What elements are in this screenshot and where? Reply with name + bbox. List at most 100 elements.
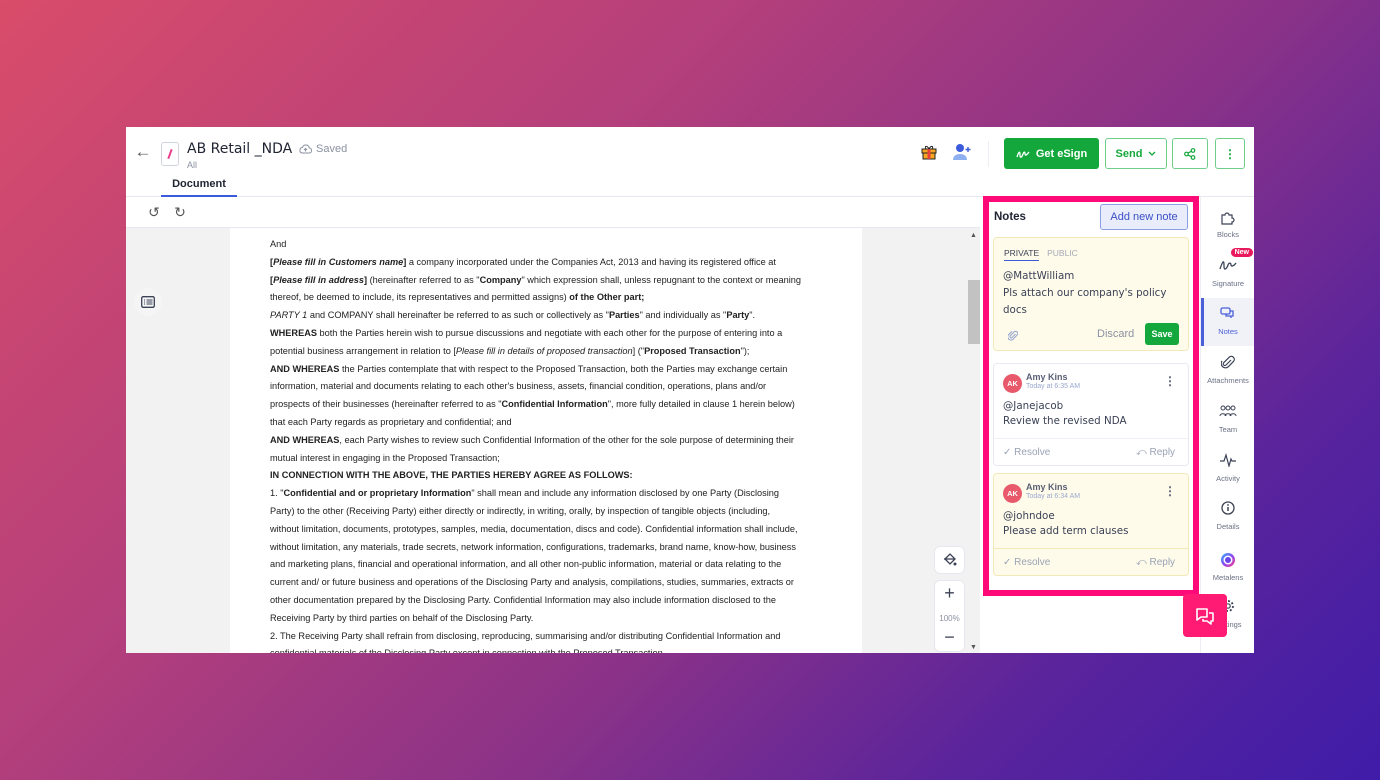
reply-label: Reply bbox=[1149, 447, 1176, 458]
scroll-down-icon[interactable]: ▼ bbox=[970, 644, 977, 651]
document-icon bbox=[161, 142, 179, 166]
comment-actions: ✓ Resolve ⤺ Reply bbox=[994, 438, 1188, 466]
chevron-down-icon bbox=[1148, 151, 1156, 156]
text-run: " which expression shall, unless repugna… bbox=[521, 274, 802, 285]
comment-actions: ✓ Resolve ⤺ Reply bbox=[994, 548, 1188, 576]
text-run: " shall mean and include any information… bbox=[471, 488, 779, 499]
rail-item-notes[interactable]: Notes bbox=[1201, 298, 1254, 346]
text-run: And bbox=[270, 239, 287, 249]
header: ← AB Retail _NDA Saved All Document Get … bbox=[126, 127, 1254, 197]
notes-icon bbox=[1220, 307, 1234, 318]
more-vertical-icon[interactable]: ⋮ bbox=[1164, 484, 1176, 498]
fill-color-button[interactable] bbox=[934, 546, 965, 574]
text-run: confidential materials of the Disclosing… bbox=[270, 648, 665, 653]
text-run: (hereinafter referred to as " bbox=[367, 274, 480, 285]
comment-author: Amy Kins bbox=[1026, 482, 1068, 492]
text-run: Party bbox=[726, 310, 750, 321]
reply-icon: ⤺ bbox=[1136, 557, 1147, 568]
document-line: 2. The Receiving Party shall refrain fro… bbox=[270, 628, 862, 646]
document-canvas: And [Please fill in Customers name] a com… bbox=[126, 228, 980, 653]
document-title[interactable]: AB Retail _NDA bbox=[187, 141, 292, 157]
add-new-note-button[interactable]: Add new note bbox=[1100, 204, 1188, 230]
text-run: Please fill in details of proposed trans… bbox=[455, 345, 633, 356]
document-line: WHEREAS both the Parties herein wish to … bbox=[270, 325, 862, 343]
scrollbar-thumb[interactable] bbox=[968, 280, 980, 344]
reply-icon: ⤺ bbox=[1136, 447, 1147, 458]
rail-item-signature[interactable]: New Signature bbox=[1201, 248, 1254, 298]
text-run: potential business arrangement in relati… bbox=[270, 345, 456, 356]
redo-icon[interactable]: ↻ bbox=[172, 204, 188, 220]
comment-author: Amy Kins bbox=[1026, 372, 1068, 382]
document-line: other documentation prepared by the Disc… bbox=[270, 592, 862, 610]
chat-button[interactable] bbox=[1183, 594, 1227, 637]
reply-button[interactable]: ⤺ Reply bbox=[1136, 557, 1175, 568]
document-line: mutual interest in engaging in the Propo… bbox=[270, 450, 862, 468]
reply-label: Reply bbox=[1149, 557, 1176, 568]
document-line: 1. "Confidential and or proprietary Info… bbox=[270, 485, 862, 503]
text-run: "); bbox=[740, 345, 750, 356]
text-run: ". bbox=[749, 310, 756, 321]
text-run: information, material and documents rela… bbox=[270, 381, 767, 392]
get-esign-label: Get eSign bbox=[1035, 147, 1088, 160]
rail-item-attachments[interactable]: Attachments bbox=[1201, 347, 1254, 395]
rail-label: Signature bbox=[1211, 279, 1245, 288]
document-page[interactable]: And [Please fill in Customers name] a com… bbox=[230, 228, 862, 653]
gift-icon[interactable] bbox=[921, 144, 937, 160]
text-run: ] (" bbox=[632, 345, 645, 356]
document-line: And bbox=[270, 236, 862, 254]
rail-item-activity[interactable]: Activity bbox=[1201, 445, 1254, 493]
text-run: " and individually as " bbox=[639, 310, 727, 321]
text-run: ", more fully detailed in clause 1 herei… bbox=[607, 399, 795, 410]
send-label: Send bbox=[1115, 147, 1143, 160]
outline-toggle-button[interactable] bbox=[134, 288, 162, 316]
note-editor: PRIVATE PUBLIC @MattWilliam Pls attach o… bbox=[993, 237, 1189, 351]
document-line: [Please fill in Customers name] a compan… bbox=[270, 254, 862, 272]
tab-private[interactable]: PRIVATE bbox=[1004, 248, 1040, 261]
notes-title: Notes bbox=[994, 211, 1026, 223]
document-line: potential business arrangement in relati… bbox=[270, 343, 862, 361]
save-status: Saved bbox=[299, 143, 347, 155]
text-run: Confidential and or proprietary Informat… bbox=[283, 488, 472, 499]
back-arrow-icon[interactable]: ← bbox=[134, 143, 152, 161]
document-line: IN CONNECTION WITH THE ABOVE, THE PARTIE… bbox=[270, 467, 862, 485]
discard-button[interactable]: Discard bbox=[1097, 328, 1134, 340]
text-run: without limitation, any materials, trade… bbox=[270, 541, 796, 552]
resolve-button[interactable]: ✓ Resolve bbox=[1003, 557, 1050, 568]
saved-label: Saved bbox=[316, 143, 348, 155]
get-esign-button[interactable]: Get eSign bbox=[1004, 138, 1099, 169]
paperclip-icon bbox=[1221, 355, 1235, 369]
document-scrollbar[interactable]: ▲ ▼ bbox=[968, 228, 980, 653]
text-run: Party) to the other (Receiving Party) ei… bbox=[270, 505, 771, 516]
more-vertical-icon[interactable]: ⋮ bbox=[1164, 374, 1176, 388]
document-folder: All bbox=[187, 160, 198, 170]
undo-icon[interactable]: ↺ bbox=[146, 204, 162, 220]
send-button[interactable]: Send bbox=[1105, 138, 1167, 169]
tab-public[interactable]: PUBLIC bbox=[1047, 248, 1078, 261]
rail-item-blocks[interactable]: Blocks bbox=[1201, 201, 1254, 249]
rail-item-details[interactable]: Details bbox=[1201, 493, 1254, 541]
editor-toolbar: ↺ ↻ bbox=[126, 197, 980, 228]
text-run: mutual interest in engaging in the Propo… bbox=[270, 452, 500, 463]
document-line: information, material and documents rela… bbox=[270, 378, 862, 396]
note-input[interactable]: @MattWilliam Pls attach our company's po… bbox=[1003, 268, 1183, 319]
reply-button[interactable]: ⤺ Reply bbox=[1136, 447, 1175, 458]
more-options-button[interactable]: ⋮ bbox=[1215, 138, 1245, 169]
rail-item-team[interactable]: Team bbox=[1201, 396, 1254, 444]
tab-document[interactable]: Document bbox=[161, 178, 237, 197]
paperclip-icon[interactable] bbox=[1007, 330, 1019, 345]
metalens-icon bbox=[1221, 553, 1235, 567]
share-button[interactable] bbox=[1172, 138, 1208, 169]
text-run: Receiving Party by third parties on beha… bbox=[270, 612, 534, 623]
rail-item-metalens[interactable]: Metalens bbox=[1201, 544, 1254, 592]
resolve-label: Resolve bbox=[1014, 447, 1051, 458]
add-user-icon[interactable] bbox=[952, 143, 972, 161]
save-note-button[interactable]: Save bbox=[1145, 323, 1179, 345]
comment-time: Today at 6:34 AM bbox=[1026, 493, 1081, 500]
resolve-button[interactable]: ✓ Resolve bbox=[1003, 447, 1050, 458]
scroll-up-icon[interactable]: ▲ bbox=[970, 232, 977, 239]
text-run: 2. The Receiving Party shall refrain fro… bbox=[270, 630, 781, 641]
app-window: ← AB Retail _NDA Saved All Document Get … bbox=[126, 127, 1254, 653]
document-line: AND WHEREAS the Parties contemplate that… bbox=[270, 361, 862, 379]
zoom-out-button[interactable]: − bbox=[935, 627, 964, 648]
zoom-in-button[interactable]: + bbox=[935, 583, 964, 604]
